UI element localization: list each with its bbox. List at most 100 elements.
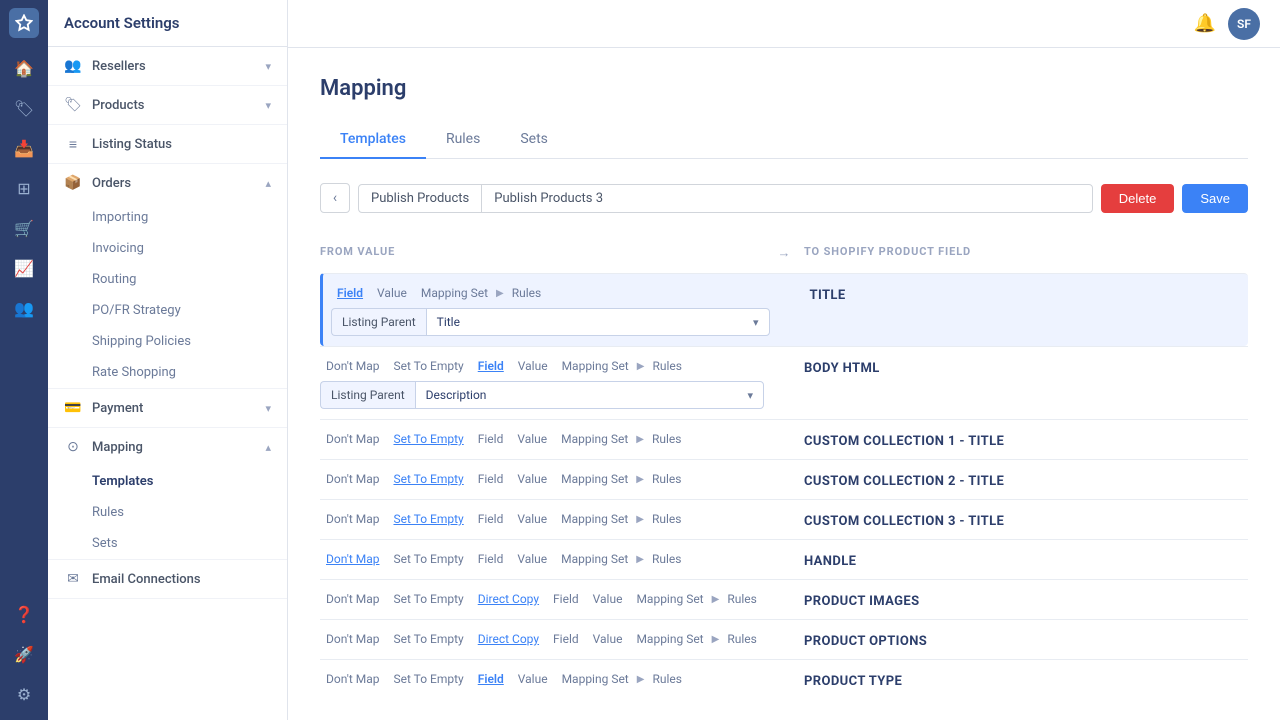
- field-tab-value-body[interactable]: Value: [512, 357, 554, 375]
- field-tab-settoempty-cc1[interactable]: Set To Empty: [387, 430, 469, 448]
- field-tab-mappingset-type[interactable]: Mapping Set: [556, 670, 635, 688]
- field-tab-field-options[interactable]: Field: [547, 630, 585, 648]
- sidebar-item-email-connections[interactable]: ✉ Email Connections: [48, 560, 287, 598]
- sidebar-child-sets[interactable]: Sets: [48, 528, 287, 559]
- field-tab-settoempty-options[interactable]: Set To Empty: [387, 630, 469, 648]
- listing-status-icon: ≡: [64, 135, 82, 153]
- nav-rocket-icon[interactable]: 🚀: [6, 636, 42, 672]
- nav-users-icon[interactable]: 👥: [6, 290, 42, 326]
- tab-templates[interactable]: Templates: [320, 121, 426, 159]
- back-button[interactable]: ‹: [320, 183, 350, 213]
- tab-sets[interactable]: Sets: [500, 121, 568, 159]
- field-tab-value-cc3[interactable]: Value: [511, 510, 553, 528]
- field-tab-rules-images[interactable]: Rules: [721, 590, 762, 608]
- dropdown-select-body[interactable]: Description ▾: [415, 381, 764, 409]
- sidebar-child-rate-shopping[interactable]: Rate Shopping: [48, 357, 287, 388]
- orders-icon: 📦: [64, 174, 82, 192]
- sidebar-item-orders[interactable]: 📦 Orders ▴: [48, 164, 287, 202]
- field-tab-mappingset-body[interactable]: Mapping Set: [556, 357, 635, 375]
- sidebar-child-importing[interactable]: Importing: [48, 202, 287, 233]
- save-button[interactable]: Save: [1182, 184, 1248, 213]
- nav-chart-icon[interactable]: 📈: [6, 250, 42, 286]
- field-tabs-product-type: Don't Map Set To Empty Field Value Mappi…: [320, 670, 764, 688]
- field-tab-value-cc2[interactable]: Value: [511, 470, 553, 488]
- sidebar-item-payment[interactable]: 💳 Payment ▾: [48, 389, 287, 427]
- tabs-bar: Templates Rules Sets: [320, 121, 1248, 159]
- tab-rules[interactable]: Rules: [426, 121, 500, 159]
- sidebar-child-po-fr-strategy[interactable]: PO/FR Strategy: [48, 295, 287, 326]
- sidebar-child-routing[interactable]: Routing: [48, 264, 287, 295]
- field-tab-field-body[interactable]: Field: [472, 357, 510, 375]
- field-tab-directcopy-images[interactable]: Direct Copy: [472, 590, 545, 608]
- nav-tag-icon[interactable]: 🏷: [6, 90, 42, 126]
- field-tab-dontmap-cc1[interactable]: Don't Map: [320, 430, 385, 448]
- sidebar-child-templates[interactable]: Templates: [48, 466, 287, 497]
- field-tab-directcopy-options[interactable]: Direct Copy: [472, 630, 545, 648]
- to-field-body: BODY HTML: [804, 361, 1248, 376]
- field-tab-dontmap-type[interactable]: Don't Map: [320, 670, 385, 688]
- field-tab-dontmap-cc2[interactable]: Don't Map: [320, 470, 385, 488]
- field-tab-field-cc2[interactable]: Field: [472, 470, 510, 488]
- field-tab-mappingset-cc1[interactable]: Mapping Set: [555, 430, 634, 448]
- sidebar-child-invoicing[interactable]: Invoicing: [48, 233, 287, 264]
- to-field-product-type: PRODUCT TYPE: [804, 674, 1248, 689]
- field-tab-field-type[interactable]: Field: [472, 670, 510, 688]
- field-tab-field-cc1[interactable]: Field: [472, 430, 510, 448]
- field-tab-value-options[interactable]: Value: [587, 630, 629, 648]
- field-tab-field-title[interactable]: Field: [331, 284, 369, 302]
- sidebar-item-listing-status[interactable]: ≡ Listing Status: [48, 125, 287, 163]
- sidebar-item-products[interactable]: 🏷 Products ▾: [48, 86, 287, 124]
- field-tab-settoempty-images[interactable]: Set To Empty: [387, 590, 469, 608]
- app-logo[interactable]: [9, 8, 39, 38]
- field-tab-mappingset-cc2[interactable]: Mapping Set: [555, 470, 634, 488]
- field-tab-dontmap-options[interactable]: Don't Map: [320, 630, 385, 648]
- field-tab-value-images[interactable]: Value: [587, 590, 629, 608]
- field-tab-field-cc3[interactable]: Field: [472, 510, 510, 528]
- field-tab-rules-cc2[interactable]: Rules: [646, 470, 687, 488]
- nav-help-icon[interactable]: ❓: [6, 596, 42, 632]
- sidebar-item-mapping[interactable]: ⊙ Mapping ▴: [48, 428, 287, 466]
- sidebar-item-resellers[interactable]: 👥 Resellers ▾: [48, 47, 287, 85]
- nav-settings-icon[interactable]: ⚙: [6, 676, 42, 712]
- field-tab-value-handle[interactable]: Value: [511, 550, 553, 568]
- field-tab-settoempty-type[interactable]: Set To Empty: [387, 670, 469, 688]
- dropdown-select-title[interactable]: Title ▾: [426, 308, 770, 336]
- breadcrumb-segment-2[interactable]: Publish Products 3: [482, 185, 615, 212]
- field-tab-settoempty-body[interactable]: Set To Empty: [387, 357, 469, 375]
- field-tab-field-images[interactable]: Field: [547, 590, 585, 608]
- breadcrumb-segment-1[interactable]: Publish Products: [359, 185, 482, 212]
- field-tab-settoempty-cc2[interactable]: Set To Empty: [387, 470, 469, 488]
- nav-cart-icon[interactable]: 🛒: [6, 210, 42, 246]
- delete-button[interactable]: Delete: [1101, 184, 1175, 213]
- nav-home-icon[interactable]: 🏠: [6, 50, 42, 86]
- field-tab-settoempty-handle[interactable]: Set To Empty: [387, 550, 469, 568]
- field-tab-dontmap-cc3[interactable]: Don't Map: [320, 510, 385, 528]
- avatar[interactable]: SF: [1228, 8, 1260, 40]
- nav-grid-icon[interactable]: ⊞: [6, 170, 42, 206]
- field-tab-value-cc1[interactable]: Value: [511, 430, 553, 448]
- field-tab-value-title[interactable]: Value: [371, 284, 413, 302]
- field-tab-mappingset-title[interactable]: Mapping Set: [415, 284, 494, 302]
- field-tab-rules-cc1[interactable]: Rules: [646, 430, 687, 448]
- sidebar-child-shipping-policies[interactable]: Shipping Policies: [48, 326, 287, 357]
- sidebar-child-rules[interactable]: Rules: [48, 497, 287, 528]
- field-tab-rules-type[interactable]: Rules: [646, 670, 687, 688]
- field-tab-rules-handle[interactable]: Rules: [646, 550, 687, 568]
- to-field-cc1: CUSTOM COLLECTION 1 - TITLE: [804, 434, 1248, 449]
- field-tab-rules-body[interactable]: Rules: [646, 357, 687, 375]
- field-tab-rules-title[interactable]: Rules: [506, 284, 547, 302]
- field-tab-mappingset-handle[interactable]: Mapping Set: [555, 550, 634, 568]
- field-tab-dontmap-images[interactable]: Don't Map: [320, 590, 385, 608]
- field-tab-rules-options[interactable]: Rules: [721, 630, 762, 648]
- nav-inbox-icon[interactable]: 📥: [6, 130, 42, 166]
- field-tab-settoempty-cc3[interactable]: Set To Empty: [387, 510, 469, 528]
- field-tab-value-type[interactable]: Value: [512, 670, 554, 688]
- field-tab-dontmap-handle[interactable]: Don't Map: [320, 550, 385, 568]
- notification-bell-icon[interactable]: 🔔: [1194, 13, 1216, 34]
- field-tab-field-handle[interactable]: Field: [472, 550, 510, 568]
- field-tab-dontmap-body[interactable]: Don't Map: [320, 357, 385, 375]
- field-tab-mappingset-images[interactable]: Mapping Set: [630, 590, 709, 608]
- field-tab-mappingset-cc3[interactable]: Mapping Set: [555, 510, 634, 528]
- field-tab-rules-cc3[interactable]: Rules: [646, 510, 687, 528]
- field-tab-mappingset-options[interactable]: Mapping Set: [630, 630, 709, 648]
